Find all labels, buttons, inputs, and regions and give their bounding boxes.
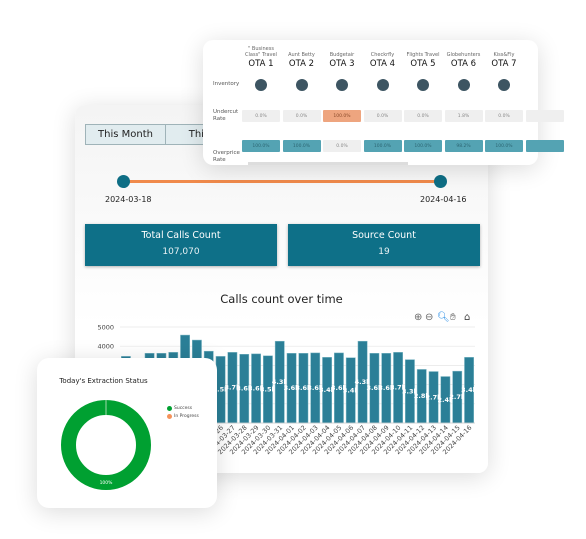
ota-name: OTA 4	[369, 59, 396, 69]
inventory-indicator	[295, 79, 308, 91]
overprice-cell: 100.0%	[282, 140, 321, 152]
overprice-cell: 100.0%	[363, 140, 402, 152]
undercut-cell: 1.8%	[444, 110, 483, 122]
source-name: Globehunters	[446, 52, 481, 58]
ota-column: Kiss&Fly OTA 7 0.0% 100.0%	[485, 40, 523, 165]
undercut-cell: 0.0%	[404, 110, 442, 122]
inventory-indicator	[376, 79, 389, 91]
bar-data-label: 2.7k	[449, 393, 466, 401]
source-name: Checkrfly	[370, 52, 395, 58]
ota-name: OTA 5	[410, 59, 436, 69]
donut-slice-success	[61, 400, 151, 490]
inventory-indicator	[255, 79, 267, 91]
overprice-cell: 98.2%	[444, 140, 483, 152]
ota-comparison-card: Inventory Undercut Rate Overprice Rate "…	[203, 40, 564, 165]
ota-column: Flights Travel OTA 5 0.0% 100.0%	[404, 40, 442, 165]
source-name: Flights Travel	[406, 52, 440, 58]
donut-slice-label: 100%	[100, 480, 114, 486]
legend-in-progress[interactable]: In Progress	[167, 414, 199, 419]
ota-name: OTA 6	[450, 59, 477, 69]
source-name: Kiss&Fly	[493, 52, 515, 58]
ota-column: Checkrfly OTA 4 0.0% 100.0%	[363, 40, 402, 165]
y-tick-label: 4000	[97, 343, 114, 351]
source-name: Aunt Betty	[288, 52, 315, 58]
undercut-cell: 0.0%	[282, 110, 321, 122]
undercut-cell: 0.0%	[242, 110, 280, 122]
inventory-indicator	[457, 79, 470, 91]
horizontal-scrollbar[interactable]	[248, 162, 408, 165]
y-tick-label: 5000	[97, 324, 114, 332]
legend-label: Success	[174, 406, 193, 411]
ota-column: Budgetair OTA 3 100.0% 0.0%	[323, 40, 361, 165]
overprice-cell: 100.0%	[485, 140, 523, 152]
legend-success[interactable]: Success	[167, 406, 192, 411]
extraction-status-card: Today's Extraction Status 100% Success I…	[37, 358, 217, 508]
overprice-cell: 100.0%	[242, 140, 280, 152]
bar-data-label: 3.4k	[343, 386, 360, 394]
row-label-undercut: Undercut Rate	[213, 109, 239, 122]
inventory-indicator	[498, 79, 510, 91]
undercut-cell: 100.0%	[323, 110, 361, 122]
ota-column: Aunt Betty OTA 2 0.0% 100.0%	[282, 40, 321, 165]
legend-label: In Progress	[174, 414, 199, 419]
source-name: Budgetair	[329, 52, 355, 58]
inventory-indicator	[417, 79, 429, 91]
ota-column: " Business Class" Travel OTA 1 0.0% 100.0…	[242, 40, 280, 165]
ota-name: OTA 7	[491, 59, 517, 69]
bar-data-label: 3.4k	[461, 386, 478, 394]
ota-name: OTA 1	[248, 59, 274, 69]
ota-name: OTA 3	[329, 59, 355, 69]
ota-column: Globehunters OTA 6 1.8% 98.2%	[444, 40, 483, 165]
undercut-cell: 0.0%	[363, 110, 402, 122]
ota-column	[525, 40, 564, 165]
overprice-cell: 100.0%	[404, 140, 442, 152]
extraction-donut-chart: 100%	[61, 400, 151, 490]
row-label-overprice: Overprice Rate	[213, 150, 240, 163]
undercut-cell	[525, 110, 564, 122]
bar-data-label: 3.5k	[260, 385, 277, 393]
inventory-indicator	[336, 79, 348, 91]
source-name: " Business Class" Travel	[245, 46, 277, 58]
row-label-inventory: Inventory	[213, 81, 240, 87]
overprice-cell: 0.0%	[323, 140, 361, 152]
undercut-cell: 0.0%	[485, 110, 523, 122]
overprice-cell	[525, 140, 564, 152]
ota-name: OTA 2	[288, 59, 315, 69]
